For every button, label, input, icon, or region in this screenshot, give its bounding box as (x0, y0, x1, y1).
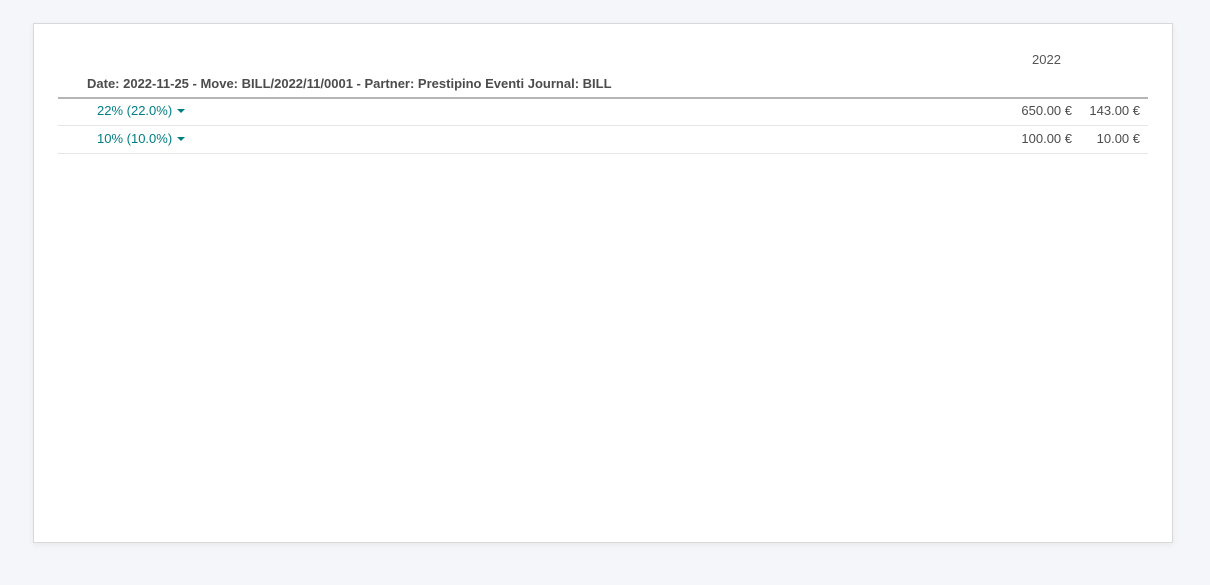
base-amount: 100.00 € (1021, 131, 1072, 146)
table-row: 22% (22.0%) 650.00 € 143.00 € (58, 98, 1148, 126)
caret-down-icon (177, 136, 186, 141)
caret-down-icon (177, 108, 186, 113)
tax-amount: 10.00 € (1096, 131, 1140, 146)
tax-amount: 143.00 € (1089, 103, 1140, 118)
base-amount: 650.00 € (1021, 103, 1072, 118)
tax-line-label: 22% (22.0%) (97, 103, 173, 118)
tax-line-toggle[interactable]: 10% (10.0%) (97, 131, 186, 146)
table-row: 10% (10.0%) 100.00 € 10.00 € (58, 126, 1148, 154)
tax-line-label: 10% (10.0%) (97, 131, 173, 146)
group-title: Date: 2022-11-25 - Move: BILL/2022/11/00… (87, 76, 612, 91)
report-sheet: 2022 Date: 2022-11-25 - Move: BILL/2022/… (33, 23, 1173, 543)
column-header-year: 2022 (1032, 52, 1061, 67)
tax-line-toggle[interactable]: 22% (22.0%) (97, 103, 186, 118)
